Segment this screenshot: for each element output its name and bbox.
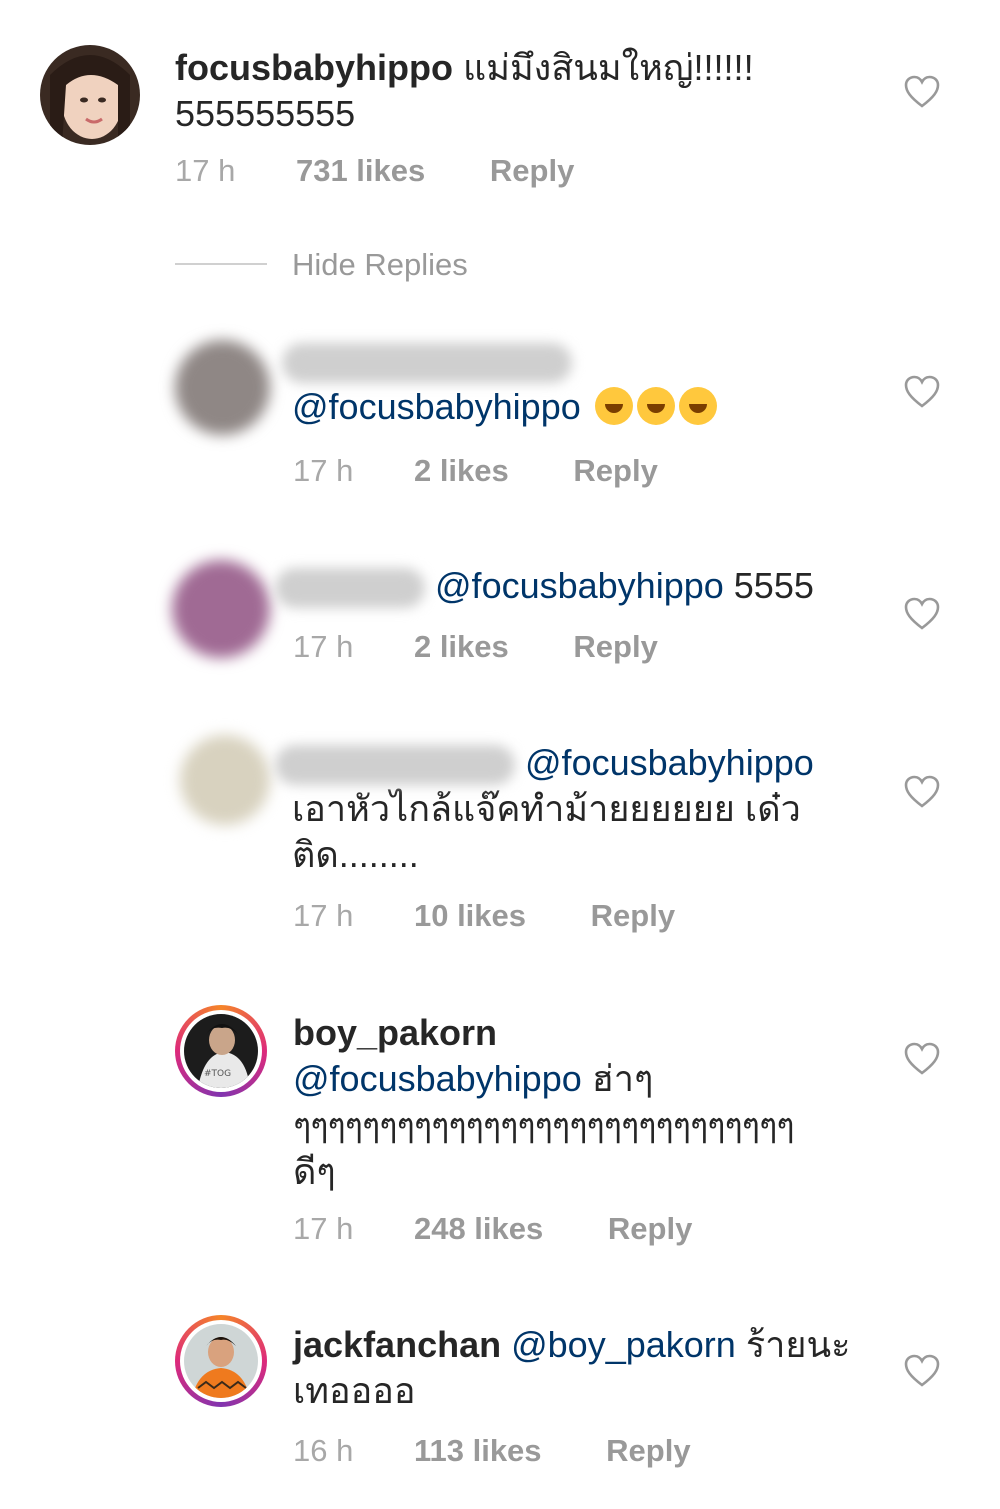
likes-count[interactable]: 113 likes xyxy=(414,1433,542,1469)
mention-link[interactable]: @focusbabyhippo xyxy=(525,742,814,783)
reply-button[interactable]: Reply xyxy=(591,898,675,934)
comment-text: ร้ายนะ xyxy=(745,1324,851,1365)
username-blurred[interactable] xyxy=(282,343,572,384)
comment-time: 17 h xyxy=(293,629,354,664)
heart-outline-icon[interactable] xyxy=(904,1354,940,1388)
comment-time: 17 h xyxy=(293,1211,354,1246)
heart-outline-icon[interactable] xyxy=(904,1042,940,1076)
comment-text: แม่มึงสินมใหญ่!!!!!! xyxy=(463,47,754,88)
svg-text:#TOG: #TOG xyxy=(204,1069,231,1079)
hide-replies-label[interactable]: Hide Replies xyxy=(292,247,468,283)
likes-count[interactable]: 2 likes xyxy=(414,629,509,665)
reply-button[interactable]: Reply xyxy=(490,153,574,189)
comment-text: ฮ่าๆ xyxy=(591,1058,654,1099)
story-ring[interactable]: #TOG xyxy=(175,1005,267,1097)
mention-link[interactable]: @boy_pakorn xyxy=(511,1324,736,1365)
heart-outline-icon[interactable] xyxy=(904,375,940,409)
avatar-blurred[interactable] xyxy=(172,560,270,658)
comment-text: 5555 xyxy=(733,565,814,606)
comment-text-line2: ๆๆๆๆๆๆๆๆๆๆๆๆๆๆๆๆๆๆๆๆๆๆๆๆๆๆๆๆๆ xyxy=(293,1107,795,1145)
reply-button[interactable]: Reply xyxy=(573,453,657,489)
avatar-boy-pakorn: #TOG xyxy=(184,1014,258,1088)
comment-text-line3: ดีๆ xyxy=(293,1151,336,1192)
likes-count[interactable]: 248 likes xyxy=(414,1211,543,1247)
heart-outline-icon[interactable] xyxy=(904,597,940,631)
comment-text-line2: ติด........ xyxy=(292,834,419,875)
username-blurred[interactable] xyxy=(275,568,425,609)
reply-button[interactable]: Reply xyxy=(606,1433,690,1469)
comment-text-line2: 555555555 xyxy=(175,93,356,134)
reply-button[interactable]: Reply xyxy=(608,1211,692,1247)
avatar-blurred[interactable] xyxy=(180,735,270,825)
avatar-jackfanchan xyxy=(184,1324,258,1398)
avatar-blurred[interactable] xyxy=(175,340,270,435)
likes-count[interactable]: 731 likes xyxy=(296,153,425,189)
hide-replies-divider xyxy=(175,263,267,265)
heart-outline-icon[interactable] xyxy=(904,75,940,109)
laughing-emoji-icon xyxy=(591,386,717,427)
comment-time: 17 h xyxy=(293,453,354,488)
story-ring[interactable] xyxy=(175,1315,267,1407)
comment-time: 17 h xyxy=(293,898,354,933)
comment-time: 17 h xyxy=(175,153,236,188)
avatar-focusbabyhippo[interactable] xyxy=(40,45,140,145)
mention-link[interactable]: @focusbabyhippo xyxy=(293,1058,582,1099)
mention-link[interactable]: @focusbabyhippo xyxy=(292,386,581,427)
heart-outline-icon[interactable] xyxy=(904,775,940,809)
comment-username[interactable]: jackfanchan xyxy=(293,1324,501,1365)
reply-button[interactable]: Reply xyxy=(573,629,657,665)
comment-time: 16 h xyxy=(293,1433,354,1468)
comment-username[interactable]: boy_pakorn xyxy=(293,1012,497,1053)
likes-count[interactable]: 10 likes xyxy=(414,898,526,934)
username-blurred[interactable] xyxy=(275,745,515,786)
mention-link[interactable]: @focusbabyhippo xyxy=(435,565,724,606)
comment-text-line2: เทออออ xyxy=(293,1370,416,1411)
likes-count[interactable]: 2 likes xyxy=(414,453,509,489)
comment-text: เอาหัวไกล้แจ๊คทำม้ายยยยยย เด๋ว xyxy=(292,788,801,829)
comment-username[interactable]: focusbabyhippo xyxy=(175,47,453,88)
